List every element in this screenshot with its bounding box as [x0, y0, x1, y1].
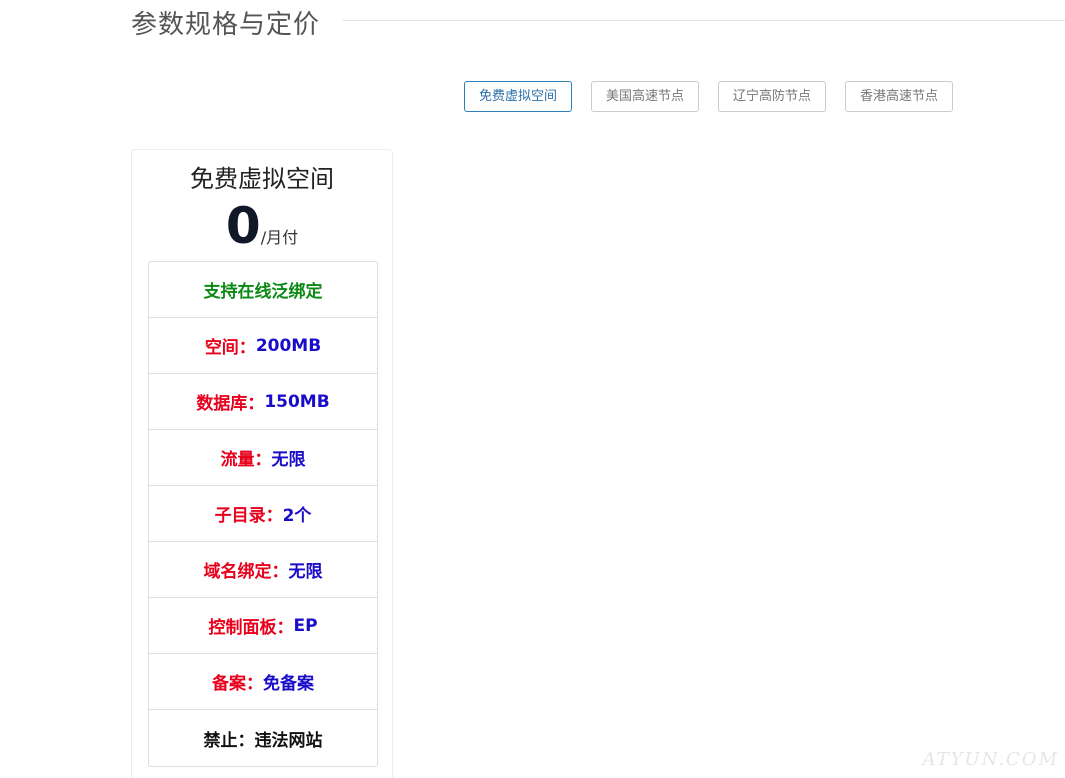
pricing-page: 参数规格与定价 免费虚拟空间 美国高速节点 辽宁高防节点 香港高速节点 免费虚拟…	[0, 0, 1065, 778]
tab-us-node[interactable]: 美国高速节点	[591, 81, 699, 112]
feature-value: 违法网站	[254, 730, 323, 751]
feature-value: EP	[293, 615, 318, 636]
plan-price: 0/月付	[132, 198, 392, 254]
feature-value: 无限	[271, 450, 306, 470]
feature-row-space: 空间： 200MB	[149, 318, 377, 374]
feature-row-control-panel: 控制面板： EP	[149, 598, 377, 654]
feature-value: 无限	[288, 562, 323, 582]
feature-label: 空间：	[204, 338, 256, 358]
feature-row-filing: 备案： 免备案	[149, 654, 377, 710]
feature-label: 控制面板：	[208, 618, 294, 638]
title-divider	[342, 20, 1065, 21]
watermark: ATYUN.COM	[922, 749, 1059, 770]
tab-free-hosting[interactable]: 免费虚拟空间	[464, 81, 572, 112]
feature-label: 流量：	[220, 450, 272, 470]
tab-liaoning-node[interactable]: 辽宁高防节点	[718, 81, 826, 112]
feature-row-traffic: 流量： 无限	[149, 430, 377, 486]
price-value: 0	[225, 197, 261, 255]
price-unit: /月付	[260, 228, 299, 247]
plan-name: 免费虚拟空间	[190, 165, 334, 193]
feature-row-database: 数据库： 150MB	[149, 374, 377, 430]
feature-value: 2个	[282, 506, 312, 526]
feature-row-domain-binding: 域名绑定： 无限	[149, 542, 377, 598]
feature-label: 支持在线泛绑定	[203, 282, 323, 302]
feature-label: 域名绑定：	[203, 562, 289, 582]
feature-label: 子目录：	[214, 506, 283, 526]
plan-card: 免费虚拟空间 0/月付 支持在线泛绑定 空间： 200MB 数据库： 150MB 流…	[131, 149, 393, 778]
feature-label: 备案：	[212, 674, 263, 694]
node-tabs: 免费虚拟空间 美国高速节点 辽宁高防节点 香港高速节点	[0, 81, 1065, 112]
tab-hongkong-node[interactable]: 香港高速节点	[845, 81, 953, 112]
feature-row-prohibited: 禁止： 违法网站	[149, 710, 377, 766]
section-title: 参数规格与定价	[131, 10, 321, 40]
feature-row-subdirectory: 子目录： 2个	[149, 486, 377, 542]
feature-value: 200MB	[255, 335, 322, 356]
feature-row-binding: 支持在线泛绑定	[149, 262, 377, 318]
feature-label: 禁止：	[203, 730, 255, 751]
feature-label: 数据库：	[196, 394, 265, 414]
feature-value: 150MB	[264, 391, 330, 412]
feature-list: 支持在线泛绑定 空间： 200MB 数据库： 150MB 流量： 无限 子目录： 2个 …	[148, 261, 378, 767]
feature-value: 免备案	[263, 674, 314, 694]
